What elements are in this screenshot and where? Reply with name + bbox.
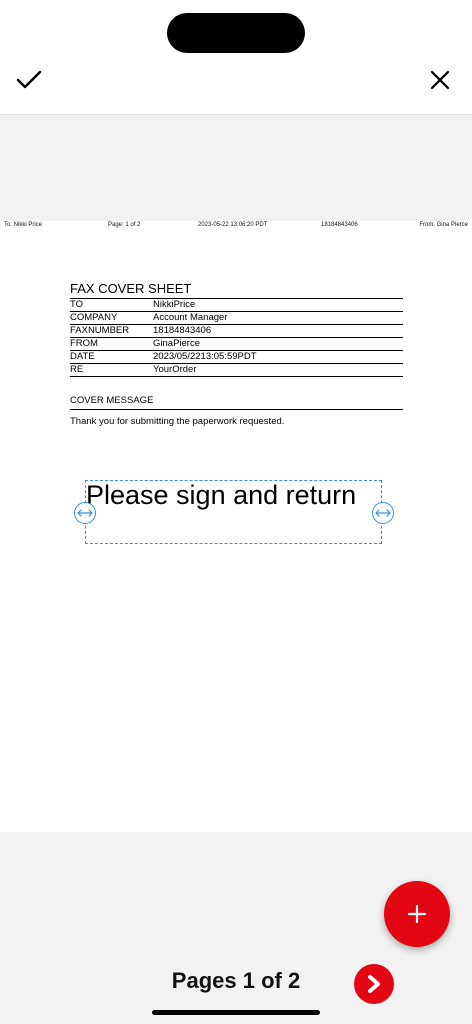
row-value: Account Manager bbox=[153, 312, 228, 323]
top-toolbar bbox=[0, 0, 472, 115]
close-button[interactable] bbox=[422, 62, 458, 98]
cover-message-title: COVER MESSAGE bbox=[70, 395, 403, 410]
row-value: NikkiPrice bbox=[153, 299, 196, 310]
row-label: COMPANY bbox=[70, 312, 118, 323]
page-indicator: Pages 1 of 2 bbox=[171, 968, 301, 993]
table-row: RE YourOrder bbox=[70, 364, 403, 377]
table-row: COMPANY Account Manager bbox=[70, 312, 403, 325]
fax-header-from: From: Gina Pierce bbox=[419, 222, 468, 228]
row-value: GinaPierce bbox=[153, 338, 200, 349]
cover-sheet-title: FAX COVER SHEET bbox=[70, 281, 192, 296]
checkmark-icon bbox=[16, 70, 42, 89]
fax-header-date: 2023-05-22 13:06:20 PDT bbox=[198, 222, 268, 228]
row-label: FAXNUMBER bbox=[70, 325, 130, 336]
fax-header-to: To: Nikki Price bbox=[4, 222, 43, 228]
next-page-button[interactable] bbox=[354, 964, 394, 1004]
row-value: 18184843406 bbox=[153, 325, 212, 336]
text-annotation-box[interactable]: Please sign and return bbox=[85, 480, 382, 544]
plus-icon bbox=[407, 904, 427, 924]
chevron-right-icon bbox=[368, 975, 380, 993]
row-value: YourOrder bbox=[153, 364, 197, 375]
fax-header-page: Page: 1 of 2 bbox=[108, 222, 141, 228]
fax-header-number: 18184843406 bbox=[321, 222, 358, 228]
table-row: FROM GinaPierce bbox=[70, 338, 403, 351]
table-row: FAXNUMBER 18184843406 bbox=[70, 325, 403, 338]
row-label: FROM bbox=[70, 338, 98, 349]
add-annotation-button[interactable] bbox=[384, 881, 450, 947]
resize-horizontal-icon bbox=[77, 509, 93, 517]
row-label: TO bbox=[70, 299, 84, 310]
dynamic-island bbox=[167, 13, 305, 53]
table-row: DATE 2023/05/2213:05:59PDT bbox=[70, 351, 403, 364]
confirm-button[interactable] bbox=[11, 62, 47, 98]
resize-horizontal-icon bbox=[375, 509, 391, 517]
annotation-resize-handle-right[interactable] bbox=[372, 502, 394, 524]
cover-sheet-table: TO NikkiPrice COMPANY Account Manager FA… bbox=[70, 298, 403, 377]
row-value: 2023/05/2213:05:59PDT bbox=[153, 351, 257, 362]
annotation-text[interactable]: Please sign and return bbox=[86, 481, 396, 509]
cover-message-text: Thank you for submitting the paperwork r… bbox=[70, 416, 285, 427]
row-label: RE bbox=[70, 364, 84, 375]
row-label: DATE bbox=[70, 351, 95, 362]
fax-transmission-header: To: Nikki Price Page: 1 of 2 2023-05-22 … bbox=[0, 222, 472, 232]
home-indicator bbox=[152, 1010, 320, 1015]
table-row: TO NikkiPrice bbox=[70, 299, 403, 312]
annotation-resize-handle-left[interactable] bbox=[74, 502, 96, 524]
close-icon bbox=[430, 70, 450, 90]
